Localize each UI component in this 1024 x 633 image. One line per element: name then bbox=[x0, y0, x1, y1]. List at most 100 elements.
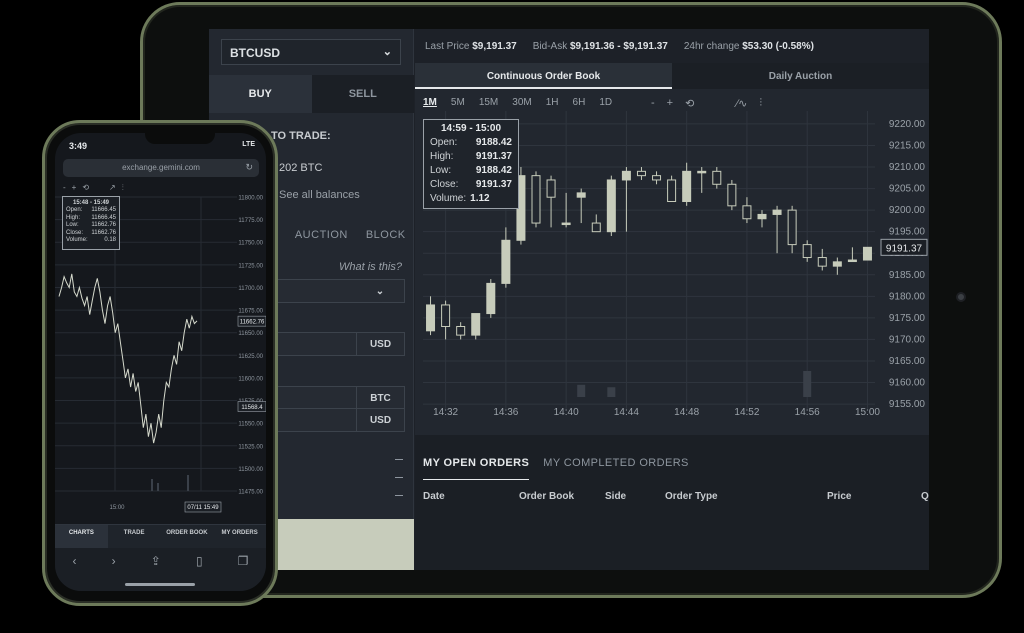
tooltip-label: Volume: bbox=[66, 237, 88, 243]
pair-select[interactable]: BTCUSD ⌄ bbox=[221, 39, 401, 65]
tooltip-value: 1.12 bbox=[470, 193, 490, 204]
column-order-type[interactable]: Order Type bbox=[665, 491, 718, 502]
forward-icon[interactable]: › bbox=[112, 554, 116, 591]
price-unit: USD bbox=[356, 333, 404, 355]
amount-input[interactable]: BTC bbox=[269, 386, 405, 410]
tooltip-label: High: bbox=[430, 151, 454, 162]
bid-ask-label: Bid-Ask bbox=[532, 41, 568, 52]
price-line bbox=[58, 273, 198, 444]
column-date[interactable]: Date bbox=[423, 491, 445, 502]
last-price: Last Price $9,191.37 bbox=[425, 41, 517, 63]
order-type-block[interactable]: BLOCK bbox=[366, 229, 406, 241]
timeframe-1h[interactable]: 1H bbox=[546, 97, 559, 108]
price-chart[interactable]: 9220.00 9215.00 9210.00 9205.00 9200.00 9195.… bbox=[415, 89, 929, 435]
buy-tab[interactable]: BUY bbox=[209, 75, 312, 113]
x-tick-label: 14:56 bbox=[795, 407, 820, 418]
zoom-in-icon[interactable]: + bbox=[667, 97, 673, 110]
reload-icon[interactable]: ↻ bbox=[245, 162, 253, 173]
price-tag-label: 11568.4 bbox=[241, 405, 263, 411]
y-tick-label: 11600.00 bbox=[238, 376, 263, 382]
last-price-value: $9,191.37 bbox=[472, 41, 517, 52]
y-tick-label: 9200.00 bbox=[889, 205, 926, 216]
tab-continuous-order-book[interactable]: Continuous Order Book bbox=[415, 63, 672, 89]
tab-my-open-orders[interactable]: MY OPEN ORDERS bbox=[423, 457, 530, 480]
tooltip-row: High: 11666.45 bbox=[66, 215, 116, 223]
column-side[interactable]: Side bbox=[605, 491, 626, 502]
volume-bar bbox=[577, 384, 586, 397]
candle-body bbox=[591, 222, 601, 233]
column-price[interactable]: Price bbox=[827, 491, 851, 502]
chart-tools: - + ⟲ ∕∿ ⫶ bbox=[651, 97, 762, 110]
timeframe-1m[interactable]: 1M bbox=[423, 97, 437, 108]
phone-ohlc-tooltip: 15:48 - 15:49 Open: 11666.45 High: 11666.4… bbox=[62, 196, 120, 250]
y-tick-label: 11750.00 bbox=[238, 241, 263, 247]
tooltip-value: 9191.37 bbox=[475, 151, 512, 162]
tooltip-row: Close: 11662.76 bbox=[66, 230, 116, 238]
y-tick-label: 9180.00 bbox=[889, 291, 926, 302]
see-all-balances-link[interactable]: See all balances bbox=[279, 189, 360, 201]
summary-dash bbox=[395, 459, 403, 460]
what-is-this-link[interactable]: What is this? bbox=[339, 261, 402, 273]
url-text: exchange.gemini.com bbox=[122, 163, 200, 172]
tooltip-row: Low: 9188.42 bbox=[430, 164, 512, 178]
candle-body bbox=[817, 257, 827, 267]
y-tick-label: 11525.00 bbox=[238, 444, 263, 450]
candle-body bbox=[576, 192, 586, 198]
y-tick-label: 9210.00 bbox=[889, 162, 926, 173]
browser-url-bar[interactable]: exchange.gemini.com ↻ bbox=[63, 159, 259, 177]
back-icon[interactable]: ‹ bbox=[73, 554, 77, 591]
timeframe-6h[interactable]: 6H bbox=[573, 97, 586, 108]
timeframe-5m[interactable]: 5M bbox=[451, 97, 465, 108]
order-book-tabs: Continuous Order Book Daily Auction bbox=[415, 63, 929, 89]
candle-body bbox=[621, 170, 631, 181]
x-tick-label: 07/11 15:49 bbox=[187, 505, 219, 511]
trade-title: TO TRADE: bbox=[271, 130, 331, 142]
summary-dash bbox=[395, 477, 403, 478]
phone-screen: 3:49 LTE exchange.gemini.com ↻ - + ⟲ ↗ ⫶… bbox=[55, 133, 266, 591]
tooltip-value: 9188.42 bbox=[475, 137, 512, 148]
order-type-auction[interactable]: AUCTION bbox=[295, 229, 348, 241]
line-chart-icon[interactable]: ∕∿ bbox=[736, 97, 747, 110]
tooltip-label: Open: bbox=[66, 207, 83, 213]
summary-dash bbox=[395, 495, 403, 496]
tooltip-row: Low: 11662.76 bbox=[66, 222, 116, 230]
sell-tab[interactable]: SELL bbox=[311, 75, 414, 113]
zoom-out-icon[interactable]: - bbox=[651, 97, 655, 110]
bookmarks-icon[interactable]: ▯ bbox=[196, 554, 203, 591]
tooltip-value: 11666.45 bbox=[91, 214, 116, 221]
timeframe-1d[interactable]: 1D bbox=[599, 97, 612, 108]
x-tick-label: 14:40 bbox=[554, 407, 579, 418]
price-input[interactable]: USD bbox=[269, 332, 405, 356]
candle-body bbox=[606, 179, 616, 233]
tab-daily-auction[interactable]: Daily Auction bbox=[672, 63, 929, 89]
tooltip-row: Open: 11666.45 bbox=[66, 207, 116, 215]
x-tick-label: 15:00 bbox=[855, 407, 880, 418]
y-tick-label: 9195.00 bbox=[889, 227, 926, 238]
tab-trade[interactable]: TRADE bbox=[108, 525, 161, 548]
reset-zoom-icon[interactable]: ⟲ bbox=[685, 97, 694, 110]
order-option-select[interactable]: ⌄ bbox=[269, 279, 405, 303]
x-tick-label: 14:52 bbox=[734, 407, 759, 418]
tabs-icon[interactable]: ❐ bbox=[238, 554, 249, 591]
column-quantity[interactable]: Q bbox=[921, 491, 929, 502]
y-tick-label: 11725.00 bbox=[238, 263, 263, 269]
current-price-label: 9191.37 bbox=[886, 243, 923, 254]
tab-order-book[interactable]: ORDER BOOK bbox=[161, 525, 214, 548]
tooltip-value: 11666.45 bbox=[91, 207, 116, 213]
last-price-label: Last Price bbox=[425, 41, 470, 52]
tab-my-orders[interactable]: MY ORDERS bbox=[213, 525, 266, 548]
total-input[interactable]: USD bbox=[269, 408, 405, 432]
side-tabs: BUY SELL bbox=[209, 75, 414, 113]
candle-body bbox=[441, 304, 451, 327]
candle-body bbox=[426, 304, 436, 332]
tab-my-completed-orders[interactable]: MY COMPLETED ORDERS bbox=[543, 457, 689, 480]
timeframe-30m[interactable]: 30M bbox=[512, 97, 531, 108]
tab-charts[interactable]: CHARTS bbox=[55, 525, 108, 548]
timeframe-15m[interactable]: 15M bbox=[479, 97, 498, 108]
tooltip-value: 9191.37 bbox=[475, 179, 512, 190]
candle-body bbox=[682, 170, 692, 203]
submit-order-button[interactable] bbox=[269, 519, 414, 570]
candlestick-icon[interactable]: ⫶ bbox=[759, 97, 762, 110]
column-order-book[interactable]: Order Book bbox=[519, 491, 574, 502]
status-signal: LTE bbox=[242, 141, 255, 148]
